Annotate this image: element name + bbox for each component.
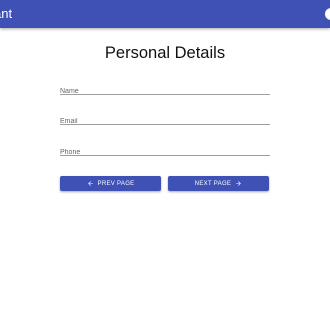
- phone-field: [60, 141, 270, 160]
- name-input[interactable]: [60, 84, 270, 99]
- prev-page-button[interactable]: PREV PAGE: [60, 176, 161, 191]
- page-title: Personal Details: [104, 44, 226, 62]
- prev-page-label: PREV PAGE: [97, 180, 135, 187]
- app-title-text: ant: [0, 6, 13, 21]
- next-page-label: NEXT PAGE: [194, 180, 232, 187]
- app-bar: ant: [0, 0, 330, 28]
- account-icon[interactable]: [325, 8, 330, 20]
- next-page-button[interactable]: NEXT PAGE: [168, 176, 269, 191]
- app-title: ant: [0, 6, 18, 22]
- phone-input[interactable]: [60, 145, 270, 160]
- name-field: [60, 80, 270, 99]
- arrow-right-icon: [236, 181, 242, 186]
- email-field: [60, 110, 270, 129]
- email-input[interactable]: [60, 114, 270, 129]
- arrow-left-icon: [87, 181, 93, 186]
